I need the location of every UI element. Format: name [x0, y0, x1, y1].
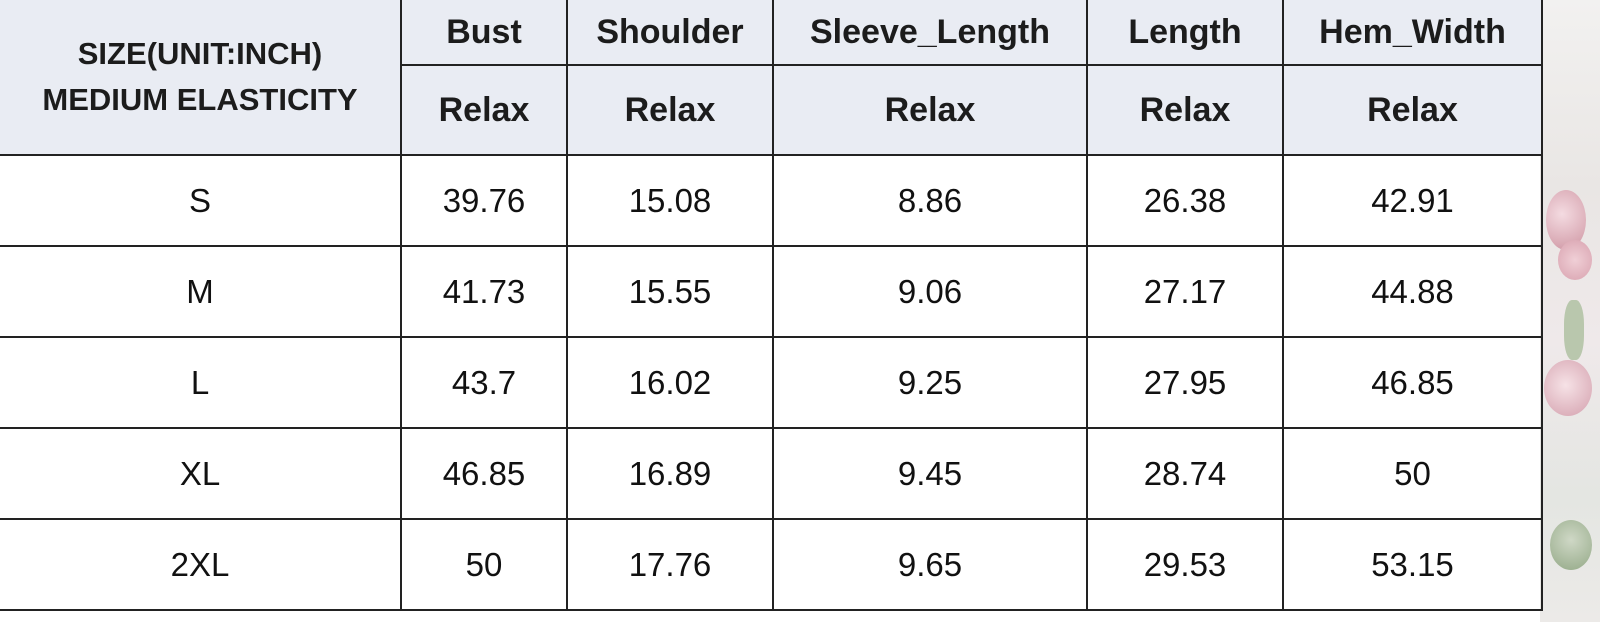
- sub-header-bust: Relax: [401, 64, 568, 156]
- bust-cell: 41.73: [400, 245, 568, 338]
- bust-cell: 46.85: [400, 427, 568, 520]
- table-row-s: S 39.76 15.08 8.86 26.38 42.91: [0, 155, 1543, 247]
- table-row-2xl: 2XL 50 17.76 9.65 29.53 53.15: [0, 518, 1543, 611]
- column-header-bust: Bust: [400, 0, 568, 66]
- sub-header-shoulder: Relax: [566, 64, 774, 156]
- shoulder-cell: 17.76: [566, 518, 774, 611]
- size-cell: L: [0, 336, 402, 429]
- sleeve-length-cell: 9.06: [772, 245, 1088, 338]
- table-row-m: M 41.73 15.55 9.06 27.17 44.88: [0, 245, 1543, 338]
- sleeve-length-cell: 9.25: [772, 336, 1088, 429]
- title-line-elasticity: MEDIUM ELASTICITY: [42, 82, 358, 117]
- title-line-unit: SIZE(UNIT:INCH): [77, 36, 323, 71]
- size-chart-table: SIZE(UNIT:INCH) MEDIUM ELASTICITY Bust S…: [0, 0, 1543, 611]
- column-header-length: Length: [1086, 0, 1284, 66]
- sleeve-length-cell: 9.65: [772, 518, 1088, 611]
- flower-petal: [1544, 360, 1592, 416]
- hem-width-cell: 46.85: [1282, 336, 1543, 429]
- header-row: SIZE(UNIT:INCH) MEDIUM ELASTICITY Bust S…: [0, 0, 1543, 156]
- flower-stem: [1564, 300, 1584, 360]
- length-cell: 27.95: [1086, 336, 1284, 429]
- length-cell: 29.53: [1086, 518, 1284, 611]
- length-cell: 26.38: [1086, 155, 1284, 247]
- column-header-sleeve-length: Sleeve_Length: [772, 0, 1088, 66]
- floral-background-image: [1540, 0, 1600, 622]
- size-cell: XL: [0, 427, 402, 520]
- sub-header-length: Relax: [1086, 64, 1284, 156]
- size-cell: 2XL: [0, 518, 402, 611]
- shoulder-cell: 16.89: [566, 427, 774, 520]
- column-header-shoulder: Shoulder: [566, 0, 774, 66]
- hem-width-cell: 42.91: [1282, 155, 1543, 247]
- sleeve-length-cell: 9.45: [772, 427, 1088, 520]
- length-cell: 27.17: [1086, 245, 1284, 338]
- hem-width-cell: 50: [1282, 427, 1543, 520]
- shoulder-cell: 15.55: [566, 245, 774, 338]
- size-cell: S: [0, 155, 402, 247]
- flower-petal: [1558, 240, 1592, 280]
- table-row-xl: XL 46.85 16.89 9.45 28.74 50: [0, 427, 1543, 520]
- leaf: [1550, 520, 1592, 570]
- size-unit-title: SIZE(UNIT:INCH) MEDIUM ELASTICITY: [0, 0, 402, 156]
- shoulder-cell: 15.08: [566, 155, 774, 247]
- length-cell: 28.74: [1086, 427, 1284, 520]
- bust-cell: 43.7: [400, 336, 568, 429]
- size-cell: M: [0, 245, 402, 338]
- bust-cell: 39.76: [400, 155, 568, 247]
- shoulder-cell: 16.02: [566, 336, 774, 429]
- table-row-l: L 43.7 16.02 9.25 27.95 46.85: [0, 336, 1543, 429]
- sub-header-sleeve-length: Relax: [772, 64, 1088, 156]
- bust-cell: 50: [400, 518, 568, 611]
- sleeve-length-cell: 8.86: [772, 155, 1088, 247]
- hem-width-cell: 44.88: [1282, 245, 1543, 338]
- hem-width-cell: 53.15: [1282, 518, 1543, 611]
- column-header-hem-width: Hem_Width: [1282, 0, 1543, 66]
- sub-header-hem-width: Relax: [1282, 64, 1543, 156]
